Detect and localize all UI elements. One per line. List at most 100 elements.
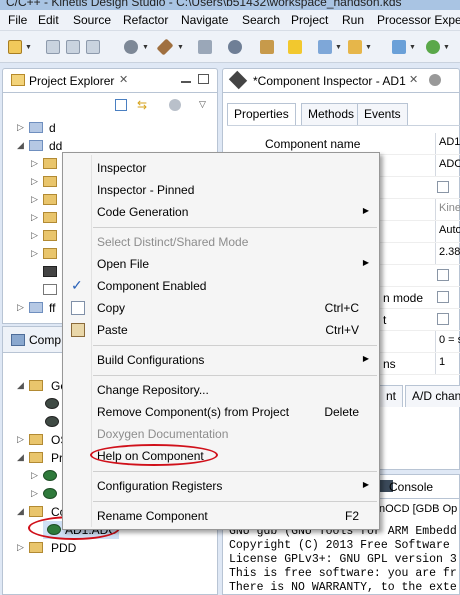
tab-bottom[interactable]: nt xyxy=(379,385,404,407)
menu-refactor[interactable]: Refactor xyxy=(123,13,168,27)
filter-icon[interactable] xyxy=(169,99,181,111)
expand-icon[interactable]: ▷ xyxy=(17,302,24,313)
expand-icon[interactable]: ▷ xyxy=(31,488,38,499)
build-hammer-icon[interactable] xyxy=(156,38,174,56)
project-explorer-tab[interactable]: Project Explorer ✕ xyxy=(2,68,218,92)
menu-item-rename-component[interactable]: Rename Component F2 xyxy=(63,505,379,527)
component-inspector-tab-label: *Component Inspector - AD1 xyxy=(253,74,406,88)
expand-icon[interactable]: ▷ xyxy=(31,212,38,223)
component-name-value[interactable]: AD1 xyxy=(435,133,460,154)
console-tab-label: Console xyxy=(389,480,434,494)
project-explorer-icon xyxy=(11,74,25,86)
view-menu-icon[interactable]: ▽ xyxy=(199,99,206,110)
settings-icon[interactable] xyxy=(124,40,138,54)
menu-item-inspector-pinned[interactable]: Inspector - Pinned xyxy=(63,179,379,201)
menu-search[interactable]: Search xyxy=(242,13,280,27)
dropdown-arrow-icon[interactable]: ▼ xyxy=(443,44,450,51)
print-icon[interactable] xyxy=(86,40,100,54)
close-icon[interactable]: ✕ xyxy=(119,73,128,86)
component-icon xyxy=(43,266,57,277)
prop-value[interactable]: 0 = s xyxy=(435,331,460,352)
component-inspector-tab[interactable]: *Component Inspector - AD1 ✕ xyxy=(222,68,460,92)
new-icon[interactable] xyxy=(8,40,22,54)
menu-item-change-repository[interactable]: Change Repository... xyxy=(63,379,379,401)
project-icon xyxy=(29,122,43,133)
submenu-arrow-icon: ▶ xyxy=(362,480,369,489)
collapse-icon[interactable]: ◢ xyxy=(17,452,24,463)
new-c-file-icon[interactable] xyxy=(392,40,406,54)
menu-processor-expert[interactable]: Processor Exper xyxy=(377,13,460,27)
prop-checkbox[interactable] xyxy=(437,269,449,281)
binary-icon[interactable] xyxy=(198,40,212,54)
tab-icon[interactable] xyxy=(429,74,441,86)
menu-shortcut: Ctrl+V xyxy=(325,323,359,337)
new-class-icon[interactable] xyxy=(318,40,332,54)
menu-item-configuration-registers[interactable]: Configuration Registers ▶ xyxy=(63,475,379,497)
tab-methods[interactable]: Methods xyxy=(301,103,362,125)
no-debug-icon[interactable] xyxy=(228,40,242,54)
expand-icon[interactable]: ▷ xyxy=(31,248,38,259)
dropdown-arrow-icon[interactable]: ▼ xyxy=(335,44,342,51)
folder-icon[interactable] xyxy=(348,40,362,54)
menu-navigate[interactable]: Navigate xyxy=(181,13,228,27)
prop-checkbox[interactable] xyxy=(437,181,449,193)
menu-file[interactable]: File xyxy=(8,13,27,27)
expand-icon[interactable]: ▷ xyxy=(17,434,24,445)
save-all-icon[interactable] xyxy=(66,40,80,54)
save-icon[interactable] xyxy=(46,40,60,54)
menu-item-select-distinct-shared-mode: Select Distinct/Shared Mode xyxy=(63,231,379,253)
expand-icon[interactable]: ▷ xyxy=(31,158,38,169)
console-line: License GPLv3+: GNU GPL version 3 xyxy=(229,553,457,566)
collapse-icon[interactable]: ◢ xyxy=(17,506,24,517)
run-icon[interactable] xyxy=(426,40,440,54)
console-line: Copyright (C) 2013 Free Software xyxy=(229,539,450,552)
console-line: This is free software: you are fr xyxy=(229,567,457,580)
prop-checkbox[interactable] xyxy=(437,313,449,325)
menu-item-build-configurations[interactable]: Build Configurations ▶ xyxy=(63,349,379,371)
tab-events[interactable]: Events xyxy=(357,103,408,125)
maximize-icon[interactable] xyxy=(198,74,209,84)
prop-value[interactable]: Autor xyxy=(435,221,460,242)
prop-checkbox[interactable] xyxy=(437,291,449,303)
menu-source[interactable]: Source xyxy=(73,13,111,27)
dropdown-arrow-icon[interactable]: ▼ xyxy=(25,44,32,51)
menu-item-label: Inspector xyxy=(97,161,147,175)
tab-ad-channels[interactable]: A/D chann xyxy=(405,385,460,407)
menu-item-paste[interactable]: Paste Ctrl+V xyxy=(63,319,379,341)
menu-item-copy[interactable]: Copy Ctrl+C xyxy=(63,297,379,319)
collapse-icon[interactable]: ◢ xyxy=(17,380,24,391)
tab-properties[interactable]: Properties xyxy=(227,103,296,125)
link-editor-icon[interactable]: ⇆ xyxy=(137,98,147,112)
dropdown-arrow-icon[interactable]: ▼ xyxy=(177,44,184,51)
prop-value[interactable]: Kinet xyxy=(435,199,460,220)
prop-value[interactable]: 1 xyxy=(435,353,460,374)
minimize-icon[interactable] xyxy=(181,81,191,83)
menu-run[interactable]: Run xyxy=(342,13,364,27)
expand-icon[interactable]: ▷ xyxy=(17,542,24,553)
menu-item-inspector[interactable]: Inspector xyxy=(63,157,379,179)
menu-item-component-enabled[interactable]: ✓ Component Enabled xyxy=(63,275,379,297)
close-icon[interactable]: ✕ xyxy=(409,73,418,86)
folder-icon xyxy=(43,212,57,223)
menu-item-remove-component[interactable]: Remove Component(s) from Project Delete xyxy=(63,401,379,423)
menu-shortcut: Delete xyxy=(324,405,359,419)
skip-icon[interactable] xyxy=(260,40,274,54)
expand-icon[interactable]: ▷ xyxy=(17,122,24,133)
expand-icon[interactable]: ▷ xyxy=(31,194,38,205)
menu-edit[interactable]: Edit xyxy=(38,13,59,27)
prop-value[interactable]: 2.384 xyxy=(435,243,460,264)
expand-icon[interactable]: ▷ xyxy=(31,176,38,187)
menu-project[interactable]: Project xyxy=(291,13,328,27)
prop-value[interactable]: ADC0 xyxy=(435,155,460,176)
menu-shortcut: F2 xyxy=(344,509,359,523)
collapse-all-icon[interactable] xyxy=(115,99,127,111)
dropdown-arrow-icon[interactable]: ▼ xyxy=(142,44,149,51)
expand-icon[interactable]: ▷ xyxy=(31,470,38,481)
menu-item-open-file[interactable]: Open File ▶ xyxy=(63,253,379,275)
lightning-icon[interactable] xyxy=(288,40,302,54)
dropdown-arrow-icon[interactable]: ▼ xyxy=(365,44,372,51)
menu-item-code-generation[interactable]: Code Generation ▶ xyxy=(63,201,379,223)
dropdown-arrow-icon[interactable]: ▼ xyxy=(409,44,416,51)
expand-icon[interactable]: ▷ xyxy=(31,230,38,241)
collapse-icon[interactable]: ◢ xyxy=(17,140,24,151)
